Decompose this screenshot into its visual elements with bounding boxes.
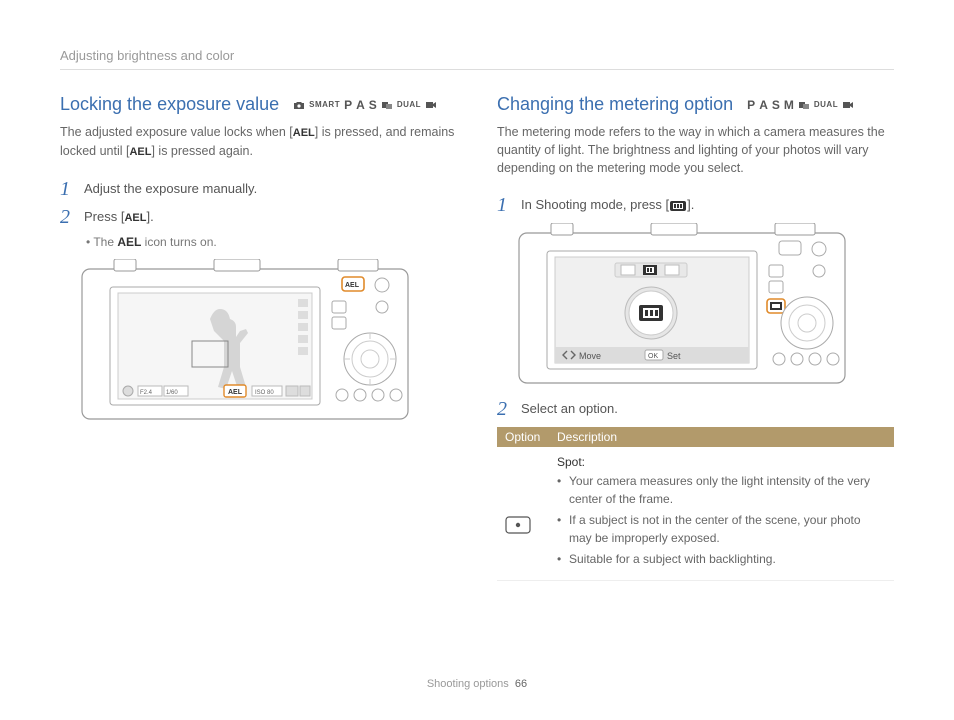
camera-icon — [293, 100, 305, 110]
video-icon — [842, 100, 854, 110]
list-item: Suitable for a subject with backlighting… — [557, 551, 886, 568]
breadcrumb: Adjusting brightness and color — [60, 48, 894, 70]
right-column: Changing the metering option P A S M DUA… — [497, 94, 894, 581]
spot-metering-icon — [505, 516, 531, 534]
svg-text:Move: Move — [579, 351, 601, 361]
svg-text:F2.4: F2.4 — [140, 390, 153, 396]
svg-text:OK: OK — [648, 353, 658, 360]
left-column: Locking the exposure value SMART P A S D… — [60, 94, 457, 581]
locking-title: Locking the exposure value — [60, 94, 279, 115]
table-row: Spot: Your camera measures only the ligh… — [497, 447, 894, 580]
dual-icon — [798, 100, 810, 110]
metering-title: Changing the metering option — [497, 94, 733, 115]
page-footer: Shooting options 66 — [0, 678, 954, 690]
th-option: Option — [497, 427, 549, 447]
left-step-2-sub: The AEL icon turns on. — [86, 235, 457, 249]
video-icon — [425, 100, 437, 110]
metering-intro: The metering mode refers to the way in w… — [497, 123, 894, 177]
spot-desc: Spot: Your camera measures only the ligh… — [549, 447, 894, 580]
dual-icon — [381, 100, 393, 110]
list-item: Your camera measures only the light inte… — [557, 473, 886, 508]
options-table: Option Description Spot: — [497, 427, 894, 581]
svg-text:AEL: AEL — [228, 389, 243, 396]
svg-text:ISO 80: ISO 80 — [255, 390, 274, 396]
metering-icon — [669, 200, 687, 212]
camera-illustration-right: Move OK Set — [497, 223, 894, 393]
mode-icons-right: P A S M DUAL — [747, 98, 854, 112]
spot-icon-cell — [497, 447, 549, 580]
left-step-2: 2 Press [AEL]. — [60, 207, 457, 227]
right-step-2: 2 Select an option. — [497, 399, 894, 419]
mode-icons-left: SMART P A S DUAL — [293, 98, 437, 112]
svg-text:AEL: AEL — [345, 282, 360, 289]
th-description: Description — [549, 427, 894, 447]
svg-text:Set: Set — [667, 351, 681, 361]
camera-illustration-left: F2.4 1/60 AEL ISO 80 AEL — [60, 259, 457, 429]
locking-intro: The adjusted exposure value locks when [… — [60, 123, 457, 161]
right-step-1: 1 In Shooting mode, press []. — [497, 195, 894, 215]
svg-text:1/60: 1/60 — [166, 390, 178, 396]
left-step-1: 1 Adjust the exposure manually. — [60, 179, 457, 199]
list-item: If a subject is not in the center of the… — [557, 512, 886, 547]
